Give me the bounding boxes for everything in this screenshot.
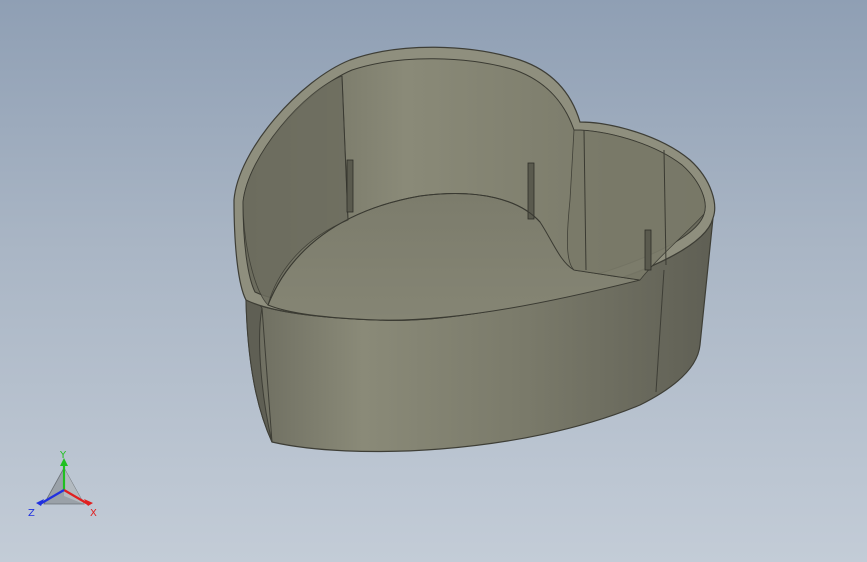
x-axis-label: X: [90, 508, 97, 519]
y-axis-label: Y: [59, 450, 67, 461]
slot-3: [644, 229, 652, 271]
slot-1: [346, 159, 354, 213]
orientation-triad[interactable]: Y X Z: [26, 446, 106, 526]
graphics-viewport[interactable]: Y X Z: [0, 0, 867, 562]
slot-2: [527, 162, 535, 220]
heart-box-model[interactable]: [0, 0, 867, 562]
z-axis-label: Z: [28, 508, 35, 519]
